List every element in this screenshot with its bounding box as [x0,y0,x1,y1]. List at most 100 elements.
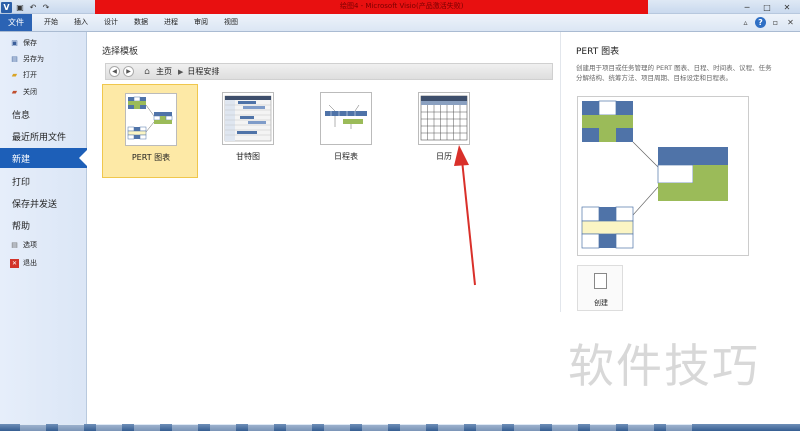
close-button[interactable]: ✕ [778,1,796,13]
visio-app-icon[interactable]: V [1,1,12,13]
window-controls: ─ □ ✕ [738,0,796,14]
taskbar-item[interactable] [172,424,198,431]
tab-insert[interactable]: 插入 [74,17,88,27]
create-label: 创建 [594,299,608,307]
template-timeline-label: 日程表 [334,152,358,161]
template-gantt-label: 甘特图 [236,152,260,161]
taskbar-item[interactable] [362,424,388,431]
tab-review[interactable]: 审阅 [194,17,208,27]
nav-recent[interactable]: 最近所用文件 [12,130,66,143]
watermark-area: 软件技巧 [560,312,800,424]
create-button[interactable]: 创建 [577,265,623,311]
taskbar-item[interactable] [476,424,502,431]
preview-title: PERT 图表 [576,47,620,57]
nav-info[interactable]: 信息 [12,108,30,121]
help-icon[interactable]: ? [755,17,766,28]
taskbar-item[interactable] [666,424,692,431]
restore-doc-icon[interactable]: ▫ [770,17,781,28]
undo-icon[interactable]: ↶ [28,2,38,12]
ribbon-tabs: 文件 开始 插入 设计 数据 进程 审阅 视图 ▵ ? ▫ ✕ [0,14,800,32]
template-pert-label: PERT 图表 [131,153,171,162]
preview-description: 创建用于项目或任务管理的 PERT 图表、日程、时间表、议程、任务分解结构、统筹… [576,64,772,82]
template-area: 选择模板 ◀ ▶ ⌂ 主页 ▶ 日程安排 PERT 图表 甘特图 日程表 日历 [88,32,560,424]
tab-data[interactable]: 数据 [134,17,148,27]
taskbar [0,424,800,431]
new-document-icon [594,273,607,289]
title-bar: V ▣ ↶ ↷ 绘图4 - Microsoft Visio(产品激活失败) ─ … [0,0,800,14]
nav-open[interactable]: ▰ 打开 [10,68,37,82]
tab-design[interactable]: 设计 [104,17,118,27]
taskbar-item[interactable] [514,424,540,431]
tab-file[interactable]: 文件 [0,14,32,31]
nav-options-label: 选项 [23,241,37,249]
nav-save[interactable]: ▣ 保存 [10,36,37,50]
taskbar-item[interactable] [590,424,616,431]
backstage-nav: ▣ 保存 ▤ 另存为 ▰ 打开 ▰ 关闭 信息 最近所用文件 新建 打印 保存并… [0,32,87,424]
template-gantt[interactable]: 甘特图 [200,84,296,178]
options-icon: ▤ [11,241,18,249]
taskbar-item[interactable] [552,424,578,431]
nav-close-label: 关闭 [23,88,37,96]
maximize-button[interactable]: □ [758,1,776,13]
close-doc-icon[interactable]: ✕ [785,17,796,28]
taskbar-item[interactable] [134,424,160,431]
save-icon: ▣ [11,39,18,47]
tab-view[interactable]: 视图 [224,17,238,27]
taskbar-item[interactable] [286,424,312,431]
save-icon[interactable]: ▣ [15,2,25,12]
taskbar-item[interactable] [628,424,654,431]
taskbar-item[interactable] [20,424,46,431]
ribbon-right-controls: ▵ ? ▫ ✕ [740,17,796,28]
taskbar-item[interactable] [248,424,274,431]
minimize-ribbon-icon[interactable]: ▵ [740,17,751,28]
nav-new[interactable]: 新建 [0,148,87,168]
taskbar-item[interactable] [400,424,426,431]
taskbar-item[interactable] [438,424,464,431]
breadcrumb-home[interactable]: 主页 [156,66,172,77]
breadcrumb-current: 日程安排 [187,67,220,76]
template-calendar-label: 日历 [436,152,452,161]
taskbar-item[interactable] [210,424,236,431]
calendar-thumbnail [418,92,470,145]
pert-thumbnail [125,93,177,146]
home-icon[interactable]: ⌂ [142,67,152,77]
template-pert[interactable]: PERT 图表 [102,84,198,178]
section-title: 选择模板 [102,47,139,57]
quick-access-toolbar: V ▣ ↶ ↷ [0,0,51,14]
breadcrumb-separator-icon: ▶ [178,67,184,76]
redo-icon[interactable]: ↷ [41,2,51,12]
minimize-button[interactable]: ─ [738,1,756,13]
template-timeline[interactable]: 日程表 [298,84,394,178]
window-title: 绘图4 - Microsoft Visio(产品激活失败) [340,2,464,10]
taskbar-item[interactable] [96,424,122,431]
breadcrumb: ◀ ▶ ⌂ 主页 ▶ 日程安排 [105,63,553,80]
close-file-icon: ▰ [11,88,18,96]
nav-save-send[interactable]: 保存并发送 [12,197,57,210]
nav-new-label: 新建 [12,155,31,165]
timeline-thumbnail [320,92,372,145]
template-calendar[interactable]: 日历 [396,84,492,178]
nav-options[interactable]: ▤ 选项 [10,238,37,252]
template-preview-pane: PERT 图表 创建用于项目或任务管理的 PERT 图表、日程、时间表、议程、任… [560,32,800,312]
gantt-thumbnail [222,92,274,145]
taskbar-item[interactable] [324,424,350,431]
save-as-icon: ▤ [11,55,18,63]
taskbar-item[interactable] [58,424,84,431]
nav-help[interactable]: 帮助 [12,219,30,232]
watermark: 软件技巧 [568,339,760,393]
nav-save-as-label: 另存为 [23,55,44,63]
back-icon[interactable]: ◀ [109,66,120,77]
pert-preview-image [577,96,749,256]
forward-icon[interactable]: ▶ [123,66,134,77]
nav-print[interactable]: 打印 [12,175,30,188]
tab-process[interactable]: 进程 [164,17,178,27]
nav-save-as[interactable]: ▤ 另存为 [10,52,44,66]
exit-icon: ✕ [10,258,19,268]
tab-home[interactable]: 开始 [44,17,58,27]
nav-close[interactable]: ▰ 关闭 [10,85,37,99]
nav-exit[interactable]: ✕ 退出 [10,256,37,270]
active-pointer-icon [79,150,87,166]
nav-exit-label: 退出 [23,259,37,267]
nav-open-label: 打开 [23,71,37,79]
folder-icon: ▰ [11,71,18,79]
